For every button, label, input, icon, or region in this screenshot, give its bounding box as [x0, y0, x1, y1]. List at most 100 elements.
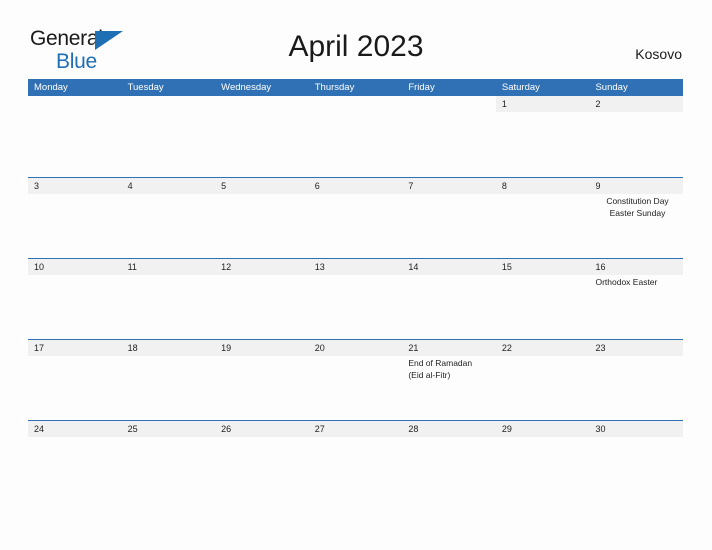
week-date-band: 24 25 26 27 28 29 30	[28, 421, 683, 437]
day-of-week-monday: Monday	[34, 82, 68, 93]
day-number-2[interactable]: 2	[589, 96, 683, 112]
day-of-week-sunday: Sunday	[595, 82, 628, 93]
event-cell-21: End of Ramadan (Eid al-Fitr)	[402, 356, 496, 420]
event-cell-23	[589, 356, 683, 420]
week-events-band	[28, 437, 683, 501]
event-cell-1	[496, 112, 590, 176]
event-cell-19	[215, 356, 309, 420]
event-text: Constitution Day	[606, 196, 669, 206]
event-cell-11	[122, 275, 216, 339]
week-events-band	[28, 112, 683, 176]
event-cell-16: Orthodox Easter	[589, 275, 683, 339]
day-cell-empty	[215, 96, 309, 112]
week-events-band: End of Ramadan (Eid al-Fitr)	[28, 356, 683, 420]
week-events-band: Orthodox Easter	[28, 275, 683, 339]
event-cell-15	[496, 275, 590, 339]
week-date-band: 3456789	[28, 178, 683, 194]
event-cell-24	[28, 437, 122, 501]
event-cell-22	[496, 356, 590, 420]
day-number-18[interactable]: 18	[122, 340, 216, 356]
calendar-page: General Blue April 2023 Kosovo Monday Tue…	[0, 0, 712, 550]
day-number-8[interactable]: 8	[496, 178, 590, 194]
day-number-30[interactable]: 30	[589, 421, 683, 437]
calendar-weeks: 1 2 3 4 5 6 7 8 9 Constitution Day Easter Sunday 10…	[28, 96, 683, 501]
day-of-week-wednesday: Wednesday	[221, 82, 272, 93]
day-cell-empty	[308, 96, 403, 112]
event-cell-9: Constitution Day Easter Sunday	[592, 194, 683, 258]
event-cell-13	[309, 275, 403, 339]
day-number-5[interactable]: 5	[215, 178, 309, 194]
event-cell-5	[216, 194, 310, 258]
day-number-11[interactable]: 11	[122, 259, 216, 275]
event-cell-27	[309, 437, 403, 501]
calendar-week-row: 3 4 5 6 7 8 9 Constitution Day Easter Sunday	[28, 177, 683, 258]
calendar-week-row: 10 11 12 13 14 15 16 Orthodox Easter	[28, 258, 683, 339]
event-cell-7	[404, 194, 498, 258]
event-cell-empty	[309, 112, 403, 176]
day-number-10[interactable]: 10	[28, 259, 122, 275]
day-number-13[interactable]: 13	[309, 259, 403, 275]
week-events-band: Constitution Day Easter Sunday	[28, 194, 683, 258]
event-cell-28	[402, 437, 496, 501]
country-label: Kosovo	[635, 46, 682, 62]
week-date-band: 12	[28, 96, 683, 112]
event-cell-29	[496, 437, 590, 501]
event-cell-4	[122, 194, 216, 258]
day-number-15[interactable]: 15	[496, 259, 590, 275]
day-of-week-saturday: Saturday	[501, 82, 540, 93]
event-cell-30	[589, 437, 683, 501]
day-number-17[interactable]: 17	[28, 340, 122, 356]
event-text: Easter Sunday	[609, 207, 666, 218]
day-number-21[interactable]: 21	[402, 340, 496, 356]
event-cell-17	[28, 356, 122, 420]
week-date-band: 10 11 12 13 14 15 16	[28, 259, 683, 275]
day-number-14[interactable]: 14	[402, 259, 496, 275]
event-text: End of Ramadan	[408, 358, 473, 368]
day-number-22[interactable]: 22	[496, 340, 590, 356]
event-cell-2	[589, 112, 683, 176]
day-number-7[interactable]: 7	[402, 178, 496, 194]
event-cell-6	[310, 194, 404, 258]
event-cell-14	[402, 275, 496, 339]
day-number-27[interactable]: 27	[309, 421, 403, 437]
day-number-25[interactable]: 25	[122, 421, 216, 437]
event-text: (Eid al-Fitr)	[408, 369, 451, 380]
day-cell-empty	[402, 96, 496, 112]
day-number-24[interactable]: 24	[28, 421, 122, 437]
day-number-9[interactable]: 9	[589, 178, 683, 194]
day-of-week-header: Monday Tuesday Wednesday Thursday Friday Satu…	[28, 79, 683, 96]
day-number-16[interactable]: 16	[589, 259, 683, 275]
day-cell-empty	[121, 96, 216, 112]
event-cell-3	[28, 194, 122, 258]
calendar-grid: Monday Tuesday Wednesday Thursday Friday Satu…	[28, 79, 683, 501]
day-of-week-friday: Friday	[408, 82, 435, 93]
day-of-week-tuesday: Tuesday	[127, 82, 164, 93]
day-number-26[interactable]: 26	[215, 421, 309, 437]
day-of-week-thursday: Thursday	[314, 82, 355, 93]
page-header: General Blue April 2023 Kosovo	[0, 0, 712, 72]
week-date-band: 17 18 19 20 21 22 23	[28, 340, 683, 356]
event-cell-empty	[122, 112, 216, 176]
day-number-4[interactable]: 4	[122, 178, 216, 194]
calendar-week-row: 12	[28, 96, 683, 177]
day-number-6[interactable]: 6	[309, 178, 403, 194]
day-number-1[interactable]: 1	[496, 96, 590, 112]
event-cell-empty	[215, 112, 309, 176]
calendar-week-row: 17 18 19 20 21 22 23 End of Ramadan (Eid al-Fitr…	[28, 339, 683, 420]
event-cell-20	[309, 356, 403, 420]
day-number-3[interactable]: 3	[28, 178, 122, 194]
event-cell-12	[215, 275, 309, 339]
event-cell-18	[122, 356, 216, 420]
event-cell-8	[498, 194, 592, 258]
day-number-23[interactable]: 23	[589, 340, 683, 356]
day-number-29[interactable]: 29	[496, 421, 590, 437]
event-text: Orthodox Easter	[595, 277, 658, 287]
event-cell-26	[215, 437, 309, 501]
day-number-12[interactable]: 12	[215, 259, 309, 275]
day-number-19[interactable]: 19	[215, 340, 309, 356]
event-cell-empty	[28, 112, 122, 176]
page-title: April 2023	[288, 30, 424, 63]
day-number-28[interactable]: 28	[402, 421, 496, 437]
day-cell-empty	[28, 96, 122, 112]
day-number-20[interactable]: 20	[309, 340, 403, 356]
